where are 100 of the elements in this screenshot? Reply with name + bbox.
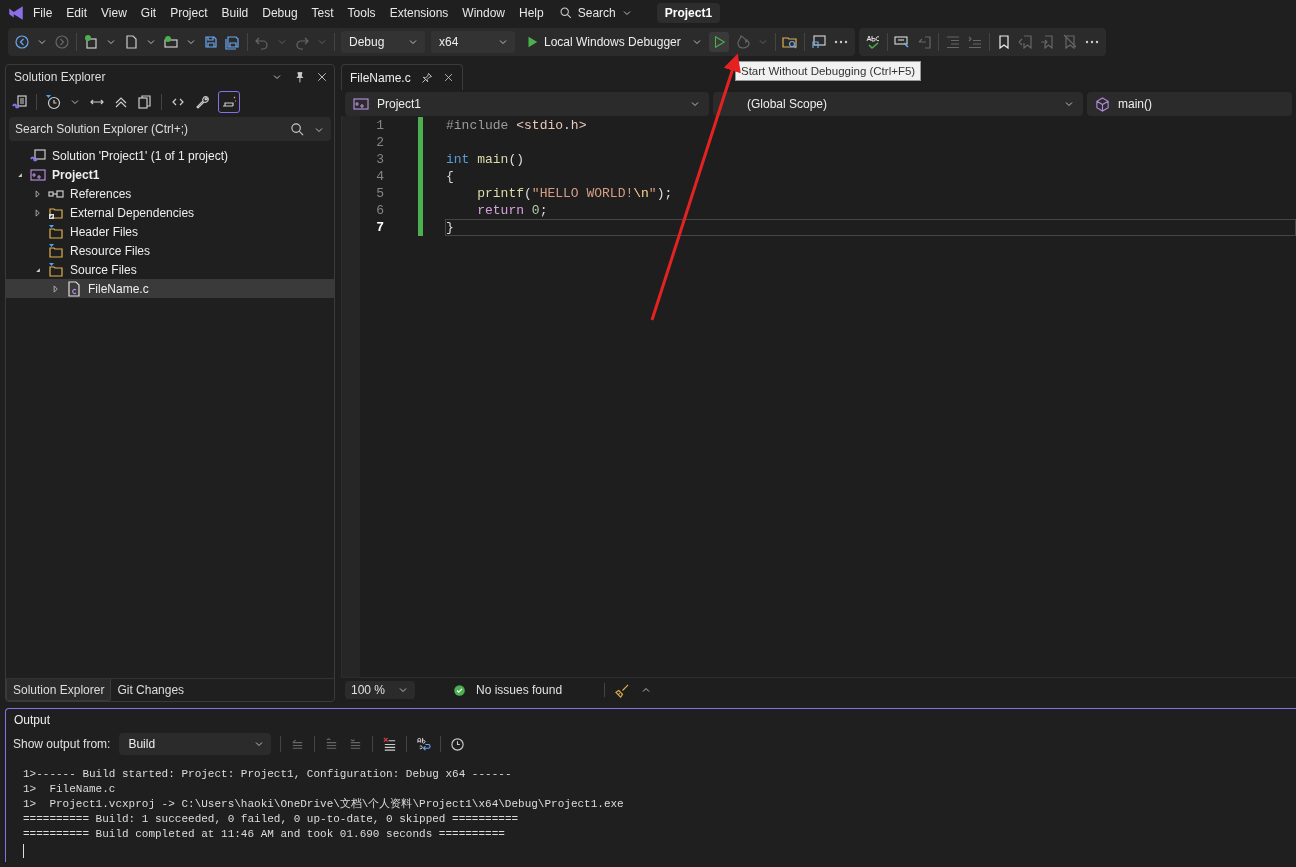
search-icon[interactable] — [558, 6, 573, 20]
bookmark-next-icon[interactable] — [1039, 34, 1056, 50]
collapsed-triangle-icon[interactable] — [51, 283, 61, 294]
tooltip: Start Without Debugging (Ctrl+F5) — [735, 61, 922, 81]
tree-item[interactable]: FileName.c — [6, 279, 334, 298]
bookmark-clear-icon[interactable] — [1061, 34, 1078, 50]
output-line: 1> FileName.c — [23, 782, 117, 797]
code-line: #include <stdio.h> — [445, 117, 588, 134]
tree-item[interactable]: External Dependencies — [6, 203, 334, 222]
code-line: return 0; — [476, 202, 549, 219]
folder-search-icon[interactable] — [781, 34, 798, 50]
line-number: 5 — [375, 186, 384, 201]
menu-item[interactable]: Debug — [255, 6, 305, 20]
comment-icon[interactable] — [893, 34, 910, 50]
panel-title: Output — [14, 713, 51, 727]
code-line: printf("HELLO WORLD!\n"); — [476, 185, 674, 202]
debugger-button[interactable]: Local Windows Debugger — [521, 35, 685, 49]
history-icon[interactable] — [45, 94, 61, 110]
panel-tab[interactable]: Solution Explorer — [6, 679, 112, 701]
output-line: 1> Project1.vcxproj -> C:\Users\haoki\OneDrive\文档\个人资料\Project1\x64\Debug\Project1.exe — [23, 797, 625, 812]
member-dropdown[interactable]: main() — [1087, 92, 1292, 116]
project-dropdown[interactable]: Project1 — [345, 92, 709, 116]
output-source-label: Show output from: — [13, 737, 111, 751]
check-circle-icon — [453, 683, 466, 697]
wrench-icon[interactable] — [194, 94, 210, 110]
code-line: int main() — [445, 151, 526, 168]
word-wrap-icon[interactable] — [416, 736, 432, 752]
menu-item[interactable]: File — [26, 6, 60, 20]
output-line: ========== Build: 1 succeeded, 0 failed, 0 up-to-date, 0 skipped ========== — [23, 812, 520, 827]
logo-icon — [6, 4, 26, 22]
folder-filter-icon — [48, 261, 64, 278]
menu-item[interactable]: Help — [512, 6, 551, 20]
add-item-icon[interactable] — [163, 34, 179, 50]
scope-dropdown[interactable]: (Global Scope) — [713, 92, 1083, 116]
configuration-dropdown[interactable]: Debug — [341, 31, 425, 53]
forward-icon[interactable] — [54, 34, 70, 50]
tree-item[interactable]: Source Files — [6, 260, 334, 279]
menu-item[interactable]: Build — [214, 6, 256, 20]
document-icon[interactable] — [123, 34, 139, 50]
line-number: 7 — [375, 220, 384, 235]
folder-filter-icon — [48, 242, 64, 259]
tree-item[interactable]: Header Files — [6, 222, 334, 241]
panel-tab[interactable]: Git Changes — [111, 679, 191, 701]
pin-icon[interactable] — [293, 70, 306, 84]
collapsed-triangle-icon[interactable] — [33, 207, 43, 218]
output-line: 1>------ Build started: Project: Project1, Configuration: Debug x64 ------ — [23, 767, 513, 782]
line-number: 6 — [375, 203, 384, 218]
collapsed-triangle-icon[interactable] — [33, 188, 43, 199]
tree-item[interactable]: References — [6, 184, 334, 203]
project-icon — [353, 96, 369, 112]
project-icon — [30, 166, 46, 183]
menu-item[interactable]: View — [94, 6, 134, 20]
output-source-dropdown[interactable]: Build — [119, 733, 272, 755]
line-number: 4 — [375, 169, 384, 184]
line-number: 1 — [375, 118, 384, 133]
search-label[interactable]: Search — [577, 6, 616, 20]
clear-all-icon[interactable] — [382, 736, 398, 752]
broom-icon[interactable] — [615, 682, 631, 698]
tree-item[interactable]: Project1 — [6, 165, 334, 184]
panel-title: Solution Explorer — [14, 70, 107, 84]
cube-icon — [1095, 96, 1110, 112]
solution-icon — [30, 147, 46, 164]
close-icon[interactable] — [442, 72, 454, 83]
menu-item[interactable]: Project — [163, 6, 215, 20]
search-field[interactable]: Search Solution Explorer (Ctrl+;) — [9, 117, 331, 141]
save-icon[interactable] — [203, 34, 219, 50]
flame-icon[interactable] — [734, 34, 751, 50]
outdent-icon[interactable] — [966, 34, 983, 50]
code-line: { — [445, 168, 455, 185]
zoom-dropdown[interactable]: 100 % — [345, 681, 415, 699]
folder-filter-icon — [48, 223, 64, 240]
menu-item[interactable]: Tools — [340, 6, 383, 20]
back-icon[interactable] — [14, 34, 30, 50]
c-file-icon — [66, 280, 82, 297]
spell-check-icon[interactable] — [864, 34, 881, 50]
new-project-icon[interactable] — [83, 34, 99, 50]
indent-icon[interactable] — [944, 34, 961, 50]
line-number: 2 — [375, 135, 384, 150]
copy-icon[interactable] — [137, 94, 153, 110]
pin-icon[interactable] — [420, 71, 433, 84]
clock-icon[interactable] — [450, 736, 466, 752]
save-all-icon[interactable] — [225, 34, 241, 50]
platform-dropdown[interactable]: x64 — [431, 31, 515, 53]
editor-tab[interactable]: FileName.c — [341, 64, 463, 90]
bookmark-previous-icon[interactable] — [1017, 34, 1034, 50]
tree-item[interactable]: Solution 'Project1' (1 of 1 project) — [6, 146, 334, 165]
close-icon[interactable] — [316, 71, 328, 83]
output-line: ========== Build completed at 11:46 AM and took 01.690 seconds ========== — [23, 827, 506, 842]
solution-view-icon[interactable] — [12, 94, 28, 110]
menu-item[interactable]: Test — [304, 6, 341, 20]
issues-status[interactable]: No issues found — [476, 683, 563, 697]
solution-name: Project1 — [656, 3, 721, 23]
menu-item[interactable]: Git — [133, 6, 164, 20]
window-icon[interactable] — [810, 34, 827, 50]
menu-item[interactable]: Extensions — [382, 6, 456, 20]
menu-item[interactable]: Edit — [59, 6, 95, 20]
line-number: 3 — [375, 152, 384, 167]
menu-item[interactable]: Window — [455, 6, 512, 20]
search-icon[interactable] — [290, 122, 305, 137]
tree-item[interactable]: Resource Files — [6, 241, 334, 260]
